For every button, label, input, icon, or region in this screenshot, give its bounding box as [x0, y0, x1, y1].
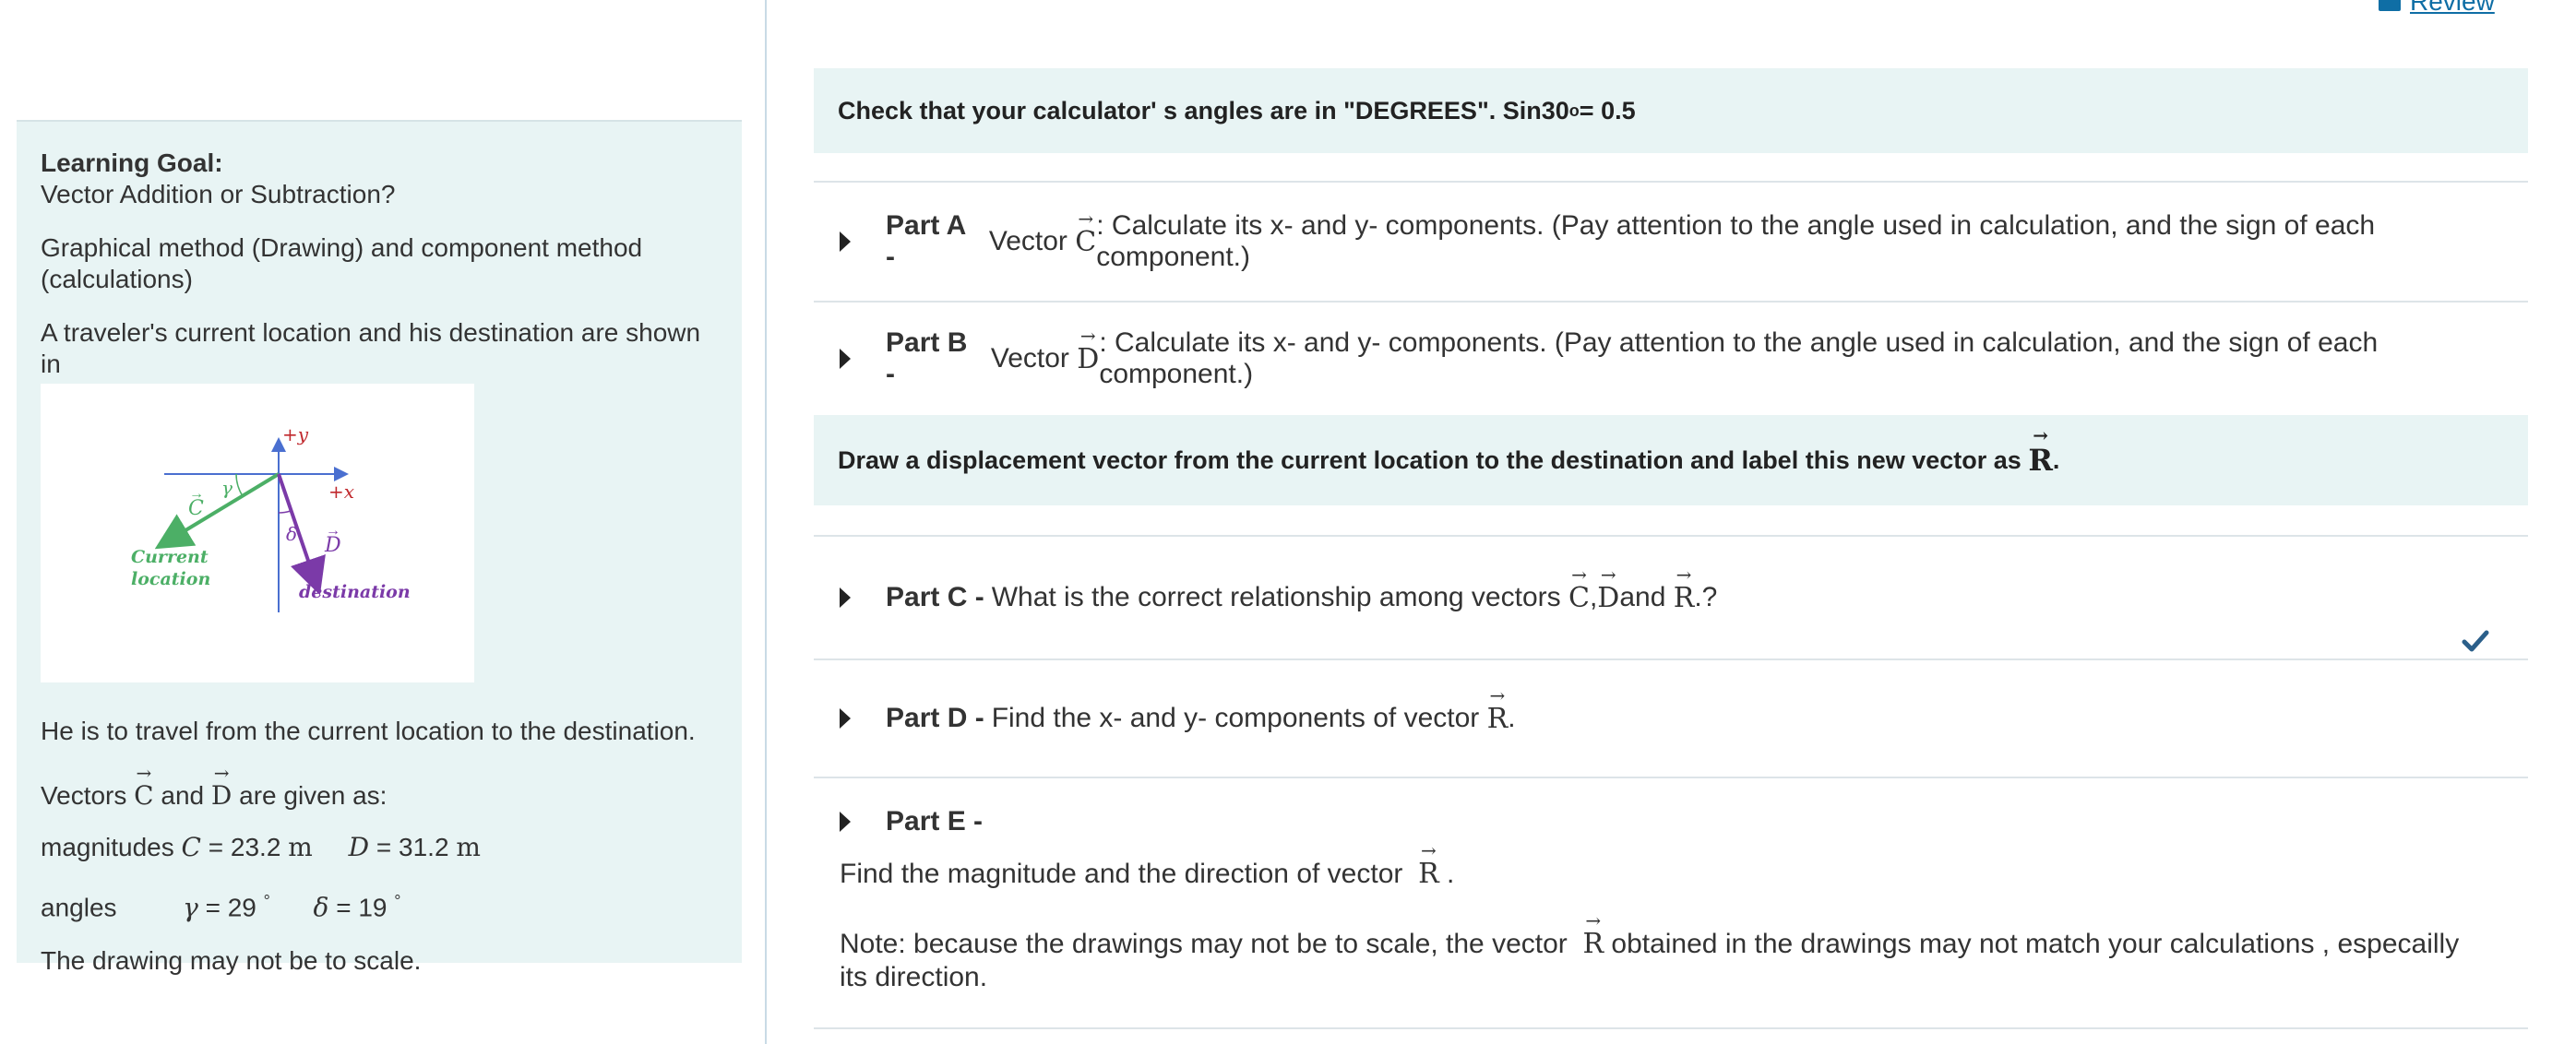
intro-text: A traveler's current location and his de…: [41, 318, 701, 378]
part-c-row[interactable]: Part C - What is the correct relationshi…: [814, 535, 2528, 658]
svg-text:→: →: [189, 486, 204, 502]
magnitudes-line: magnitudes C = 23.2 m D = 31.2 m: [41, 832, 481, 862]
expand-triangle-icon[interactable]: [840, 349, 851, 369]
methods-text: Graphical method (Drawing) and component…: [41, 233, 643, 293]
plus-x-label: +x: [328, 480, 354, 503]
part-a-row[interactable]: Part A - Vector → C: Calculate its x- and…: [814, 181, 2528, 301]
part-e-note: Note: because the drawings may not be to…: [840, 909, 2460, 992]
destination-label: destination: [299, 582, 411, 602]
plus-y-label: +y: [282, 423, 309, 445]
part-c-label: Part C -: [886, 582, 984, 612]
part-d-row[interactable]: Part D - Find the x- and y- components o…: [814, 658, 2528, 777]
goal-text: Vector Addition or Subtraction?: [41, 180, 396, 208]
expand-triangle-icon[interactable]: [840, 231, 851, 252]
vector-d-arrow: [277, 473, 326, 596]
vector-d-symbol: → D: [210, 762, 233, 811]
part-d-label: Part D -: [886, 703, 984, 733]
part-e-question: Find the magnitude and the direction of …: [840, 839, 1455, 890]
vector-diagram: +y +x γ δ C → D → Current location desti…: [41, 384, 474, 682]
goal-title: Learning Goal:: [41, 148, 223, 177]
part-b-row[interactable]: Part B - Vector → D: Calculate its x- and…: [814, 301, 2528, 415]
current-location-label-1: Current: [131, 547, 209, 567]
panel-divider: [765, 0, 767, 1044]
expand-triangle-icon[interactable]: [840, 812, 851, 832]
draw-vector-notice: Draw a displacement vector from the curr…: [814, 415, 2528, 505]
part-e-row[interactable]: Part E - Find the magnitude and the dire…: [814, 777, 2528, 1029]
bottom-divider: [814, 1027, 2528, 1029]
calculator-notice: Check that your calculator' s angles are…: [814, 68, 2528, 153]
delta-label: δ: [286, 523, 297, 545]
travel-text: He is to travel from the current locatio…: [41, 717, 696, 745]
part-b-label: Part B -: [886, 327, 968, 389]
part-e-label: Part E -: [886, 806, 984, 836]
angles-line: angles γ = 29 ° δ = 19 °: [41, 892, 401, 923]
delta-arc: [278, 510, 292, 514]
current-location-label-2: location: [131, 569, 210, 589]
learning-goal-panel: Learning Goal: Vector Addition or Subtra…: [17, 120, 742, 975]
checkmark-icon: [2462, 630, 2489, 652]
parts-panel: Check that your calculator' s angles are…: [814, 0, 2528, 1044]
gamma-label: γ: [221, 477, 233, 499]
part-a-label: Part A -: [886, 210, 966, 272]
expand-triangle-icon[interactable]: [840, 708, 851, 729]
gamma-arc: [235, 473, 244, 497]
svg-text:→: →: [326, 523, 340, 539]
vector-c-symbol: → C: [134, 762, 154, 811]
scale-note: The drawing may not be to scale.: [41, 946, 422, 976]
vectors-given-line: Vectors → C and → D are given as:: [41, 762, 388, 811]
expand-triangle-icon[interactable]: [840, 587, 851, 608]
